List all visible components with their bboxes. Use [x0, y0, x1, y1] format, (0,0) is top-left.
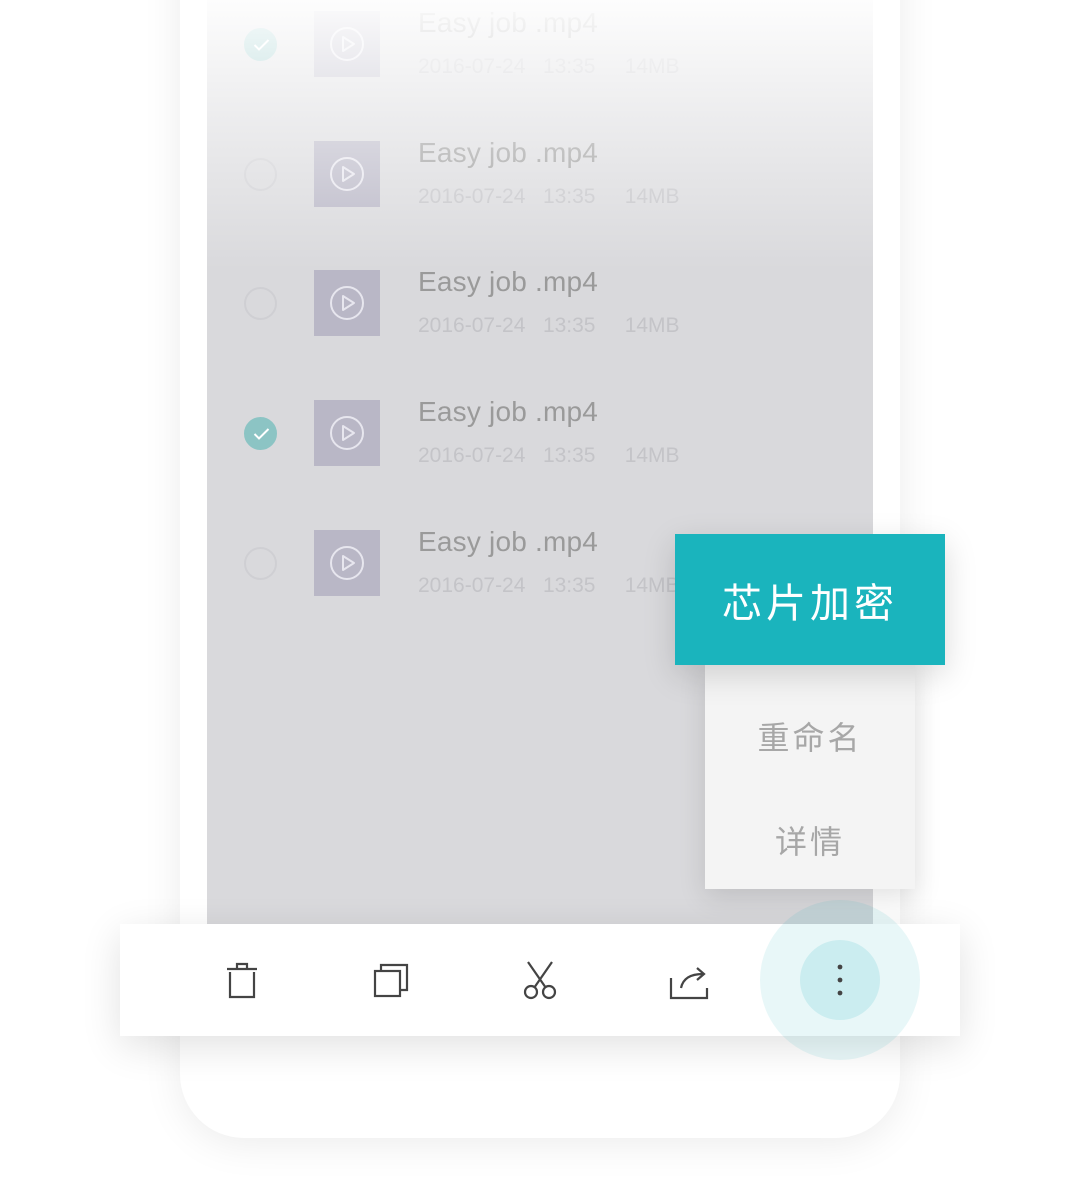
file-row[interactable]: Easy job .mp4 2016-07-24 13:35 14MB — [207, 0, 873, 124]
row-checkbox[interactable] — [244, 547, 277, 580]
file-meta: 2016-07-24 13:35 14MB — [418, 314, 680, 338]
play-icon — [330, 416, 364, 450]
row-checkbox[interactable] — [244, 28, 277, 61]
row-checkbox[interactable] — [244, 417, 277, 450]
file-date: 2016-07-24 — [418, 574, 526, 597]
video-thumbnail — [314, 400, 380, 466]
file-meta: 2016-07-24 13:35 14MB — [418, 55, 680, 79]
copy-button[interactable] — [371, 960, 411, 1000]
file-time: 13:35 — [542, 574, 596, 597]
delete-button[interactable] — [222, 960, 262, 1000]
video-thumbnail — [314, 270, 380, 336]
more-vertical-icon — [837, 964, 843, 996]
file-name: Easy job .mp4 — [418, 526, 599, 557]
file-meta: 2016-07-24 13:35 14MB — [418, 574, 680, 598]
play-icon — [330, 546, 364, 580]
file-name: Easy job .mp4 — [418, 7, 599, 38]
play-icon — [330, 286, 364, 320]
more-button[interactable] — [820, 960, 860, 1000]
video-thumbnail — [314, 141, 380, 207]
file-row[interactable]: Easy job .mp4 2016-07-24 13:35 14MB — [207, 384, 873, 513]
file-row[interactable]: Easy job .mp4 2016-07-24 13:35 14MB — [207, 254, 873, 383]
file-date: 2016-07-24 — [418, 444, 526, 467]
file-time: 13:35 — [542, 185, 596, 208]
video-thumbnail — [314, 530, 380, 596]
file-time: 13:35 — [542, 444, 596, 467]
file-size: 14MB — [624, 314, 680, 337]
check-icon — [253, 39, 270, 51]
file-size: 14MB — [624, 444, 680, 467]
file-row[interactable]: Easy job .mp4 2016-07-24 13:35 14MB — [207, 125, 873, 254]
cut-icon — [523, 961, 557, 1000]
share-icon — [669, 967, 709, 1000]
share-button[interactable] — [669, 960, 709, 1000]
menu-item-details[interactable]: 详情 — [705, 810, 915, 870]
file-meta: 2016-07-24 13:35 14MB — [418, 185, 680, 209]
file-date: 2016-07-24 — [418, 314, 526, 337]
file-size: 14MB — [624, 185, 680, 208]
video-thumbnail — [314, 11, 380, 77]
file-size: 14MB — [624, 55, 680, 78]
file-meta: 2016-07-24 13:35 14MB — [418, 444, 680, 468]
cut-button[interactable] — [520, 960, 560, 1000]
menu-item-chip-encrypt[interactable]: 芯片加密 — [675, 534, 945, 665]
file-date: 2016-07-24 — [418, 55, 526, 78]
file-name: Easy job .mp4 — [418, 266, 599, 297]
row-checkbox[interactable] — [244, 158, 277, 191]
play-icon — [330, 27, 364, 61]
file-name: Easy job .mp4 — [418, 137, 599, 168]
file-date: 2016-07-24 — [418, 185, 526, 208]
play-icon — [330, 157, 364, 191]
file-size: 14MB — [624, 574, 680, 597]
context-menu: 重命名 详情 — [705, 665, 915, 889]
file-name: Easy job .mp4 — [418, 396, 599, 427]
menu-item-rename[interactable]: 重命名 — [705, 706, 915, 766]
row-checkbox[interactable] — [244, 287, 277, 320]
file-time: 13:35 — [542, 55, 596, 78]
copy-icon — [373, 963, 409, 998]
file-time: 13:35 — [542, 314, 596, 337]
check-icon — [253, 428, 270, 440]
delete-icon — [227, 962, 257, 999]
